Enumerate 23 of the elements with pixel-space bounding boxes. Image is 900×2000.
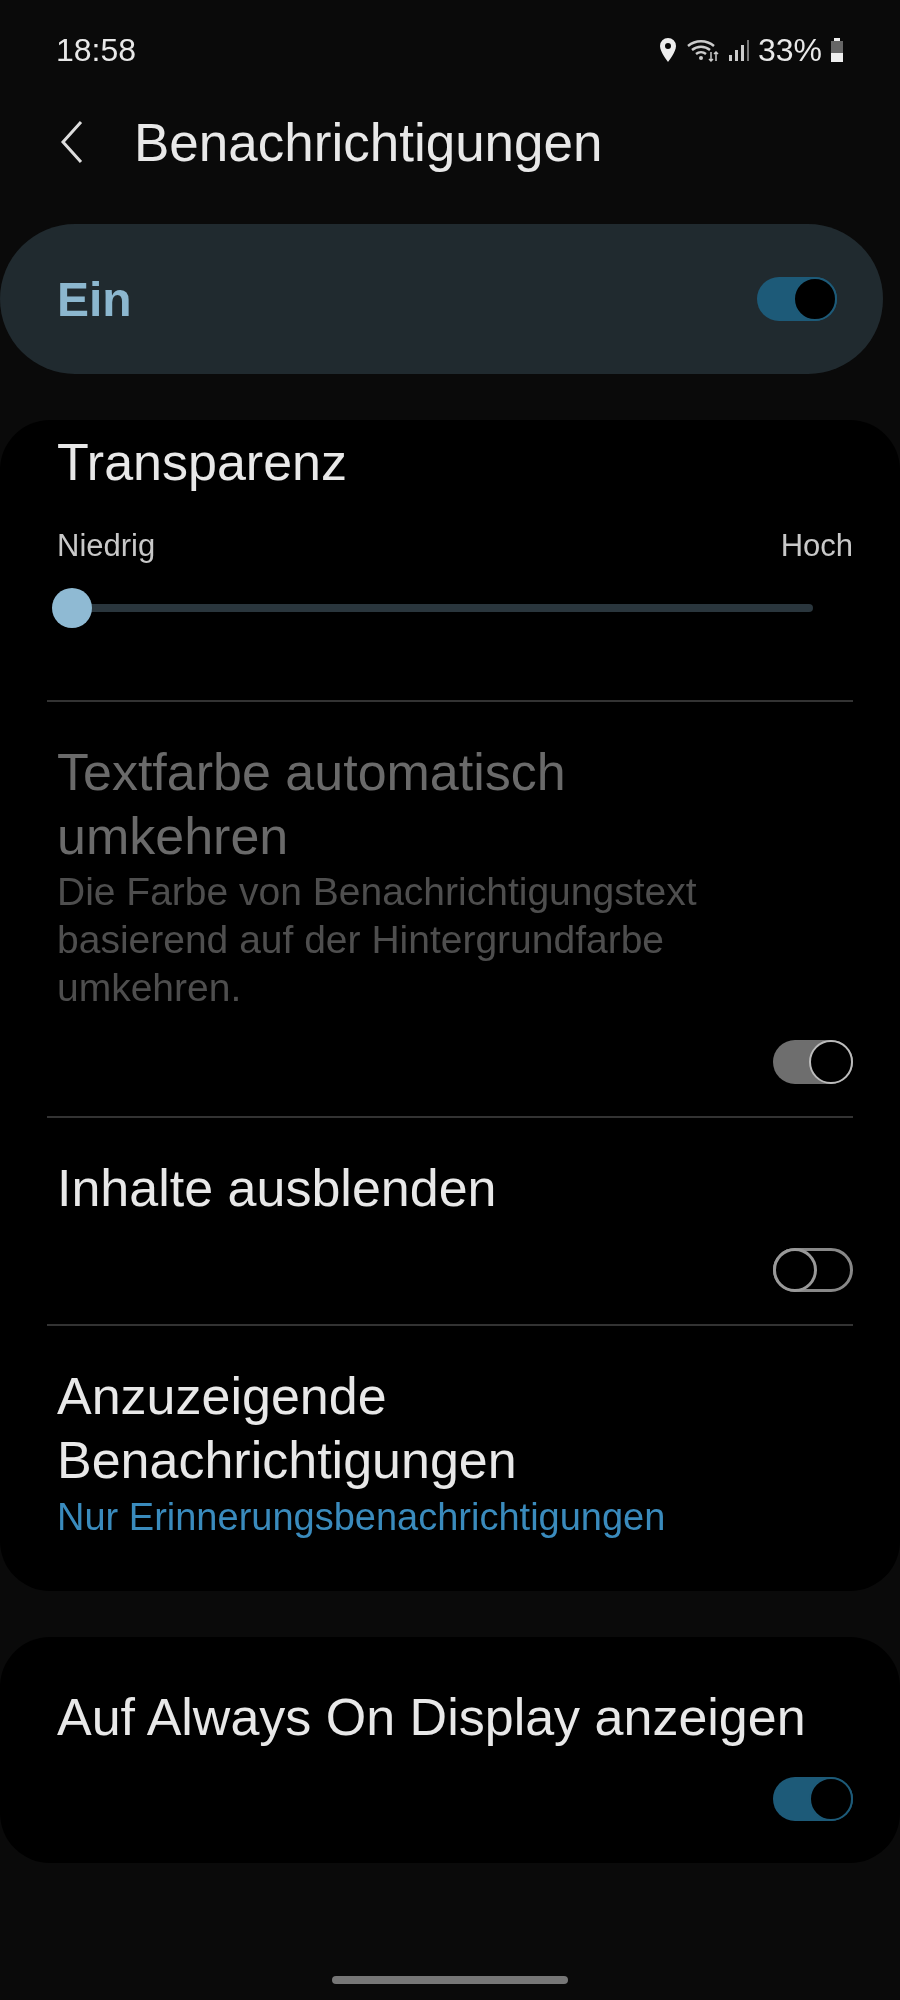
setting-title: Transparenz [57,432,348,493]
setting-title: Anzuzeigende Benachrichtigungen [57,1366,518,1491]
location-icon [657,37,678,63]
setting-title: Inhalte ausblenden [57,1158,498,1219]
master-switch-bar[interactable]: Ein [0,224,883,374]
master-switch-label: Ein [57,271,132,327]
wifi-icon [685,37,720,63]
toggle-switch[interactable] [773,1248,853,1292]
setting-title: Auf Always On Display anzeigen [57,1687,807,1748]
setting-description: Die Farbe von Benachrichtigungstext basierend auf der Hintergrundfarbe umkehren. [57,869,698,1011]
status-time: 18:58 [56,31,137,69]
battery-icon [830,37,844,63]
slider-thumb[interactable] [52,588,92,628]
setting-value: Nur Erinnerungsbenachrichtigungen [57,1496,667,1539]
signal-icon [727,37,750,63]
setting-title: Textfarbe automatisch umkehren [57,742,567,867]
toggle-switch[interactable] [773,1777,853,1821]
slider-min-label: Niedrig [57,528,156,564]
page-title: Benachrichtigungen [134,111,603,173]
back-icon[interactable] [60,120,84,164]
toggle-switch[interactable] [757,277,837,321]
battery-percentage: 33% [757,31,822,69]
slider-max-label: Hoch [780,528,853,564]
